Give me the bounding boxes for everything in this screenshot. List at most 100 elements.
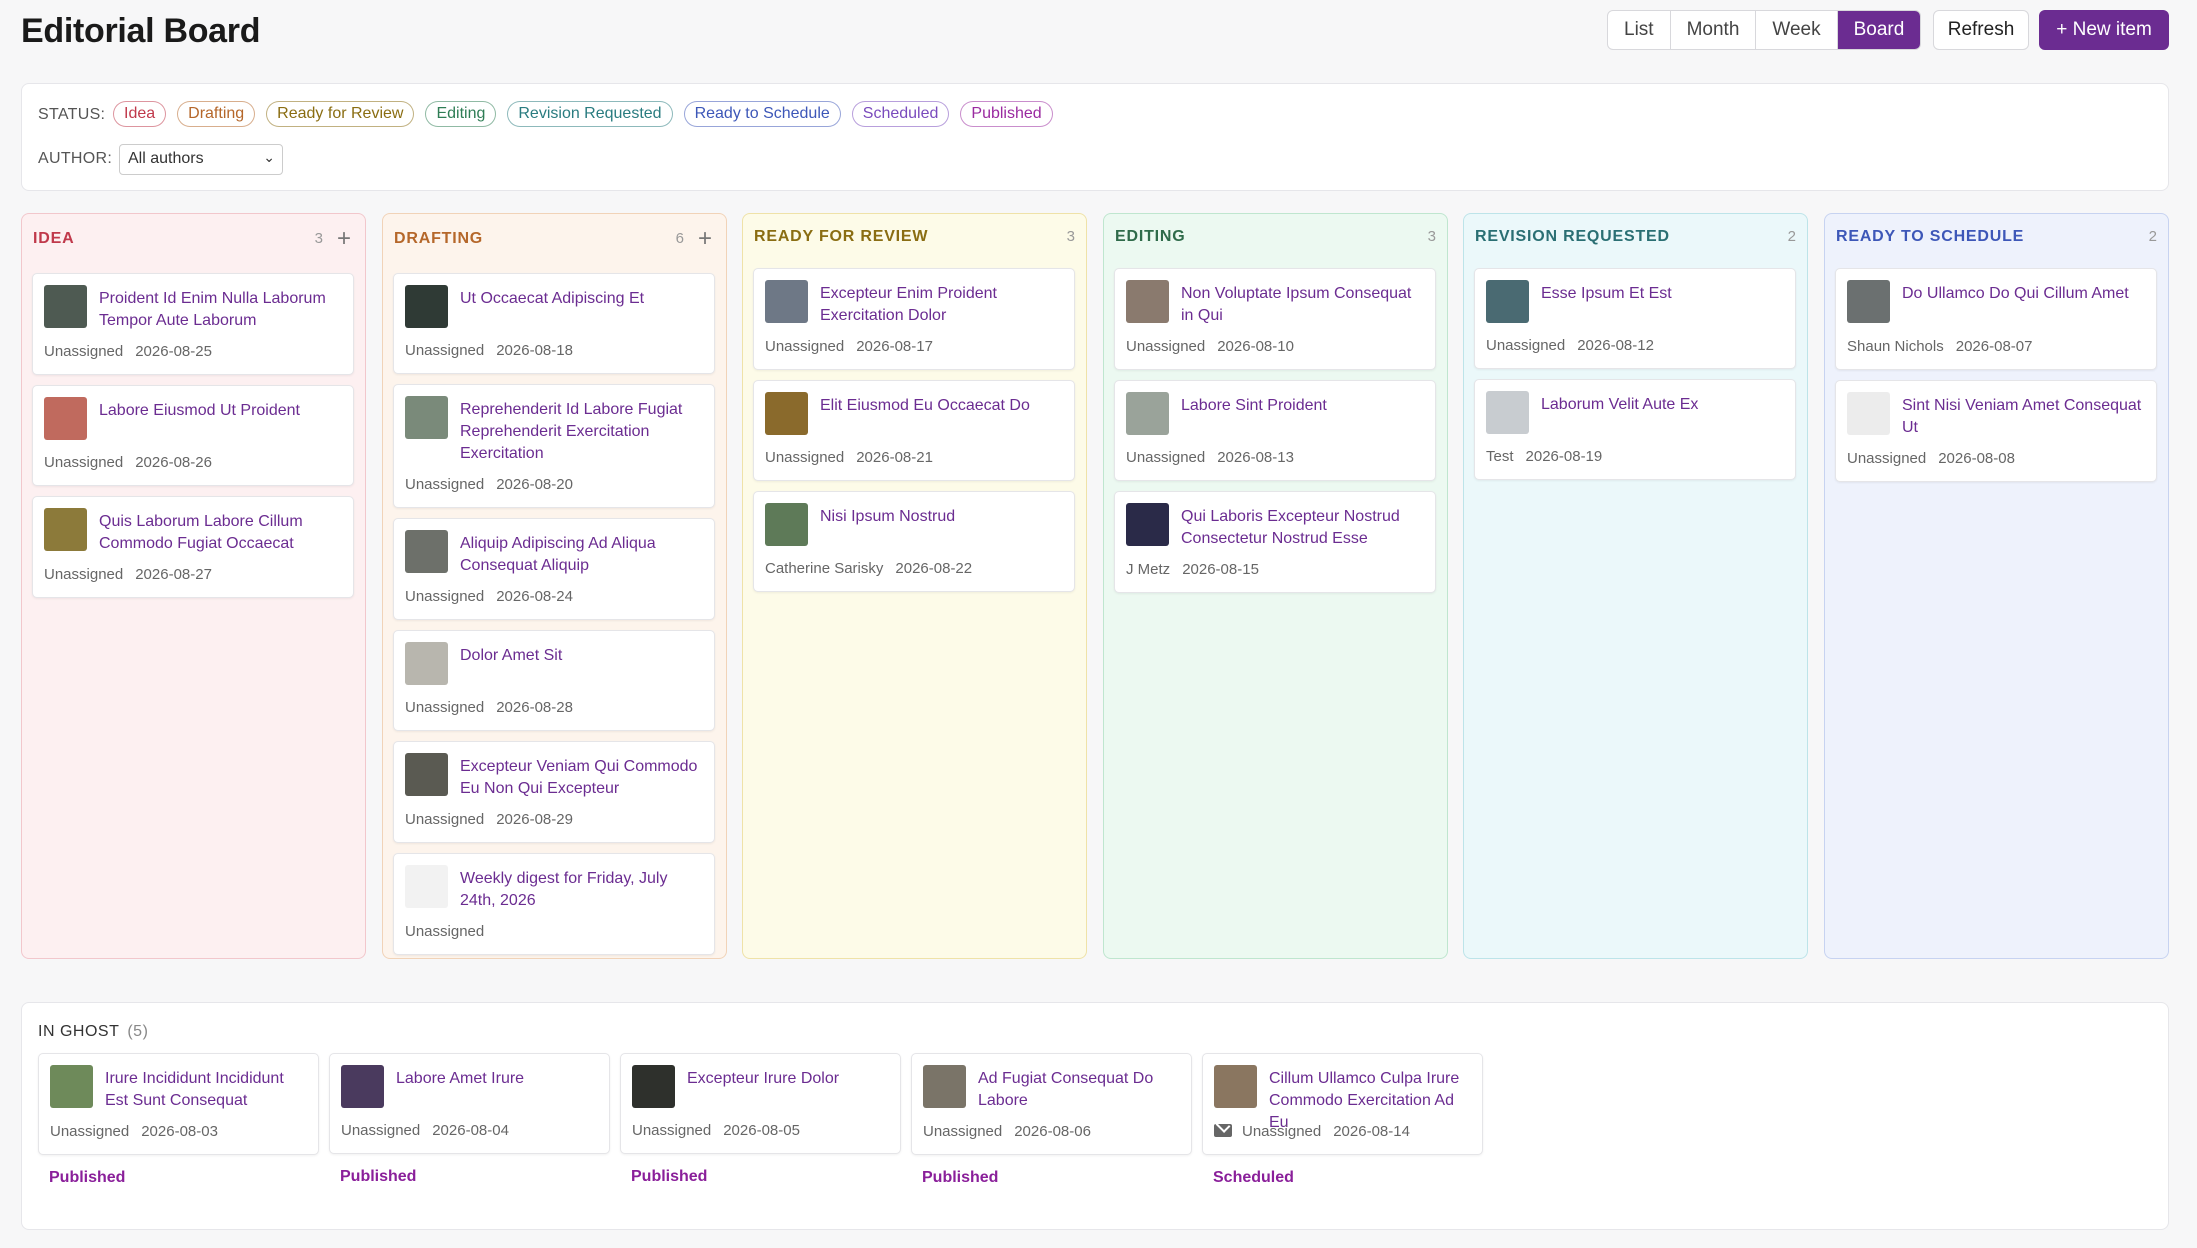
card-meta: Unassigned 2026-08-05: [632, 1122, 800, 1139]
card-thumbnail: [1486, 391, 1529, 434]
card-thumbnail: [1486, 280, 1529, 323]
card-title[interactable]: Reprehenderit Id Labore Fugiat Reprehend…: [460, 399, 704, 465]
column-count: 3: [314, 230, 323, 247]
card-date: 2026-08-25: [135, 343, 212, 360]
column-title: EDITING: [1115, 228, 1186, 245]
content-card[interactable]: Labore Eiusmod Ut Proident Unassigned 2026…: [32, 385, 354, 486]
card-meta: Test 2026-08-19: [1486, 448, 1602, 465]
card-author: Unassigned: [405, 923, 485, 940]
content-card[interactable]: Reprehenderit Id Labore Fugiat Reprehend…: [393, 384, 715, 508]
card-meta: Unassigned 2026-08-14: [1214, 1123, 1410, 1140]
add-card-icon[interactable]: +: [337, 224, 351, 254]
new-item-button[interactable]: + New item: [2039, 10, 2169, 50]
content-card[interactable]: Proident Id Enim Nulla Laborum Tempor Au…: [32, 273, 354, 375]
status-chip-idea[interactable]: Idea: [113, 101, 167, 127]
card-thumbnail: [765, 503, 808, 546]
card-title[interactable]: Weekly digest for Friday, July 24th, 202…: [460, 868, 704, 912]
card-author: Unassigned: [44, 343, 124, 360]
content-card[interactable]: Non Voluptate Ipsum Consequat in Qui Unas…: [1114, 268, 1436, 370]
column-title: READY FOR REVIEW: [754, 228, 929, 245]
card-thumbnail: [44, 285, 87, 328]
card-title[interactable]: Proident Id Enim Nulla Laborum Tempor Au…: [99, 288, 343, 332]
card-author: Unassigned: [1486, 337, 1566, 354]
status-chip-revision-requested[interactable]: Revision Requested: [507, 101, 673, 127]
ghost-status-label: Published: [340, 1168, 417, 1185]
card-title[interactable]: Sint Nisi Veniam Amet Consequat Ut: [1902, 395, 2146, 439]
card-title[interactable]: Do Ullamco Do Qui Cillum Amet: [1902, 283, 2146, 305]
status-chip-ready-for-review[interactable]: Ready for Review: [266, 101, 415, 127]
card-title[interactable]: Quis Laborum Labore Cillum Commodo Fugia…: [99, 511, 343, 555]
content-card[interactable]: Dolor Amet Sit Unassigned 2026-08-28: [393, 630, 715, 731]
card-title[interactable]: Labore Amet Irure: [396, 1068, 599, 1090]
card-date: 2026-08-07: [1955, 338, 2033, 355]
card-date: 2026-08-19: [1525, 448, 1603, 465]
ghost-status-label: Published: [49, 1169, 126, 1186]
card-date: 2026-08-15: [1182, 561, 1259, 578]
card-author: J Metz: [1126, 561, 1171, 578]
newsletter-mail-icon: [1214, 1124, 1232, 1137]
status-chip-scheduled[interactable]: Scheduled: [851, 101, 950, 127]
content-card[interactable]: Laborum Velit Aute Ex Test 2026-08-19: [1474, 379, 1796, 480]
card-meta: Unassigned 2026-08-03: [50, 1123, 218, 1140]
card-meta: Unassigned 2026-08-25: [44, 343, 212, 360]
card-meta: Unassigned 2026-08-12: [1486, 337, 1654, 354]
card-title[interactable]: Ut Occaecat Adipiscing Et: [460, 288, 704, 310]
card-title[interactable]: Aliquip Adipiscing Ad Aliqua Consequat A…: [460, 533, 704, 577]
view-month-button[interactable]: Month: [1671, 11, 1757, 49]
card-title[interactable]: Irure Incididunt Incididunt Est Sunt Con…: [105, 1068, 308, 1112]
card-meta: J Metz 2026-08-15: [1126, 561, 1259, 578]
content-card[interactable]: Sint Nisi Veniam Amet Consequat Ut Unassi…: [1835, 380, 2157, 482]
status-chip-ready-to-schedule[interactable]: Ready to Schedule: [683, 101, 841, 127]
card-date: 2026-08-08: [1938, 450, 2015, 467]
ghost-card[interactable]: Ad Fugiat Consequat Do Labore Unassigned 2…: [911, 1053, 1192, 1155]
card-title[interactable]: Ad Fugiat Consequat Do Labore: [978, 1068, 1181, 1112]
card-title[interactable]: Nisi Ipsum Nostrud: [820, 506, 1064, 528]
card-thumbnail: [765, 392, 808, 435]
content-card[interactable]: Excepteur Enim Proident Exercitation Dol…: [753, 268, 1075, 370]
column-header: READY FOR REVIEW 3: [754, 222, 1075, 252]
content-card[interactable]: Elit Eiusmod Eu Occaecat Do Unassigned 202…: [753, 380, 1075, 481]
view-week-button[interactable]: Week: [1756, 11, 1838, 49]
column-idea: IDEA 3 + Proident Id Enim Nulla Laborum Tem…: [21, 213, 366, 959]
card-title[interactable]: Elit Eiusmod Eu Occaecat Do: [820, 395, 1064, 417]
card-title[interactable]: Labore Sint Proident: [1181, 395, 1425, 417]
status-chip-editing[interactable]: Editing: [425, 101, 497, 127]
card-author: Unassigned: [765, 338, 845, 355]
card-title[interactable]: Labore Eiusmod Ut Proident: [99, 400, 343, 422]
refresh-button[interactable]: Refresh: [1933, 10, 2029, 50]
card-title[interactable]: Excepteur Enim Proident Exercitation Dol…: [820, 283, 1064, 327]
content-card[interactable]: Esse Ipsum Et Est Unassigned 2026-08-12: [1474, 268, 1796, 369]
content-card[interactable]: Ut Occaecat Adipiscing Et Unassigned 2026-…: [393, 273, 715, 374]
in-ghost-title: IN GHOST: [38, 1023, 120, 1040]
card-thumbnail: [632, 1065, 675, 1108]
ghost-card[interactable]: Cillum Ullamco Culpa Irure Commodo Exerc…: [1202, 1053, 1483, 1155]
content-card[interactable]: Aliquip Adipiscing Ad Aliqua Consequat A…: [393, 518, 715, 620]
card-title[interactable]: Esse Ipsum Et Est: [1541, 283, 1785, 305]
status-filter-label: STATUS:: [38, 106, 106, 123]
card-title[interactable]: Qui Laboris Excepteur Nostrud Consectetu…: [1181, 506, 1425, 550]
card-author: Catherine Sarisky: [765, 560, 884, 577]
content-card[interactable]: Do Ullamco Do Qui Cillum Amet Shaun Nicho…: [1835, 268, 2157, 370]
in-ghost-header: IN GHOST (5): [38, 1023, 148, 1041]
content-card[interactable]: Excepteur Veniam Qui Commodo Eu Non Qui …: [393, 741, 715, 843]
view-board-button[interactable]: Board: [1837, 11, 1921, 49]
card-title[interactable]: Laborum Velit Aute Ex: [1541, 394, 1785, 416]
content-card[interactable]: Quis Laborum Labore Cillum Commodo Fugia…: [32, 496, 354, 598]
add-card-icon[interactable]: +: [698, 224, 712, 254]
card-title[interactable]: Dolor Amet Sit: [460, 645, 704, 667]
content-card[interactable]: Nisi Ipsum Nostrud Catherine Sarisky 2026-…: [753, 491, 1075, 592]
content-card[interactable]: Weekly digest for Friday, July 24th, 202…: [393, 853, 715, 955]
content-card[interactable]: Qui Laboris Excepteur Nostrud Consectetu…: [1114, 491, 1436, 593]
view-list-button[interactable]: List: [1608, 11, 1671, 49]
card-title[interactable]: Excepteur Irure Dolor: [687, 1068, 890, 1090]
author-select[interactable]: All authors ⌄: [119, 144, 283, 175]
ghost-card[interactable]: Excepteur Irure Dolor Unassigned 2026-08-0…: [620, 1053, 901, 1154]
content-card[interactable]: Labore Sint Proident Unassigned 2026-08-13: [1114, 380, 1436, 481]
card-title[interactable]: Excepteur Veniam Qui Commodo Eu Non Qui …: [460, 756, 704, 800]
card-title[interactable]: Non Voluptate Ipsum Consequat in Qui: [1181, 283, 1425, 327]
ghost-card[interactable]: Irure Incididunt Incididunt Est Sunt Con…: [38, 1053, 319, 1155]
status-chip-drafting[interactable]: Drafting: [177, 101, 256, 127]
ghost-card[interactable]: Labore Amet Irure Unassigned 2026-08-04: [329, 1053, 610, 1154]
card-thumbnail: [405, 642, 448, 685]
status-chip-published[interactable]: Published: [960, 101, 1053, 127]
